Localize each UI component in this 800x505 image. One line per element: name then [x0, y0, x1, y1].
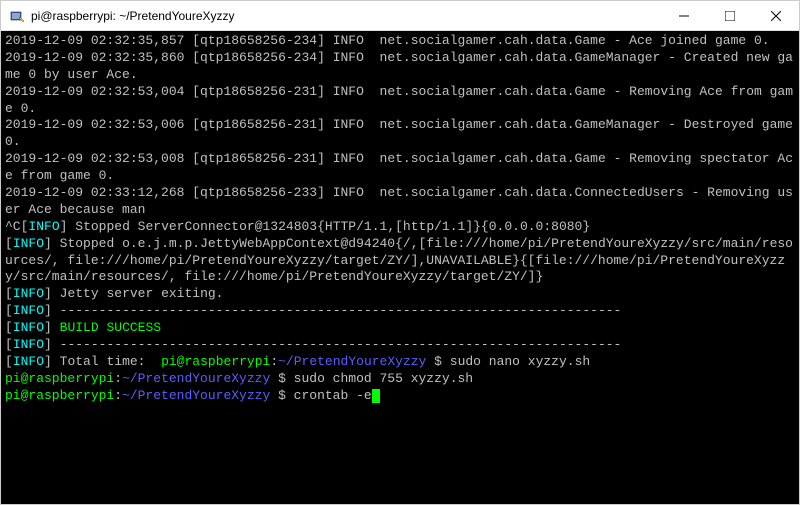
terminal-output[interactable]: 2019-12-09 02:32:35,857 [qtp18658256-234…: [1, 31, 799, 504]
command-input[interactable]: crontab -e: [294, 388, 372, 403]
log-line: 2019-12-09 02:32:35,860 [qtp18658256-234…: [5, 50, 793, 82]
command: sudo chmod 755 xyzzy.sh: [294, 371, 473, 386]
terminal-window: pi@raspberrypi: ~/PretendYoureXyzzy 2019…: [0, 0, 800, 505]
dashes: ----------------------------------------…: [60, 337, 622, 352]
log-line: 2019-12-09 02:33:12,268 [qtp18658256-233…: [5, 185, 793, 217]
info-tag: INFO: [13, 354, 44, 369]
total-time-label: Total time:: [60, 354, 146, 369]
putty-icon: [9, 8, 25, 24]
cursor: [372, 389, 380, 403]
info-tag: INFO: [13, 303, 44, 318]
info-line: Stopped ServerConnector@1324803{HTTP/1.1…: [75, 219, 590, 234]
prompt-user: pi@raspberrypi: [161, 354, 270, 369]
command: sudo nano xyzzy.sh: [450, 354, 590, 369]
prompt-path: ~/PretendYoureXyzzy: [122, 371, 270, 386]
log-line: 2019-12-09 02:32:53,006 [qtp18658256-231…: [5, 117, 799, 149]
close-button[interactable]: [753, 1, 799, 31]
log-line: 2019-12-09 02:32:35,857 [qtp18658256-234…: [5, 33, 770, 48]
info-tag: INFO: [13, 236, 44, 251]
build-success: BUILD SUCCESS: [60, 320, 161, 335]
window-title: pi@raspberrypi: ~/PretendYoureXyzzy: [31, 9, 661, 23]
interrupt: ^C: [5, 219, 21, 234]
info-tag: INFO: [13, 286, 44, 301]
window-controls: [661, 1, 799, 31]
log-line: 2019-12-09 02:32:53,008 [qtp18658256-231…: [5, 151, 793, 183]
maximize-button[interactable]: [707, 1, 753, 31]
prompt-path: ~/PretendYoureXyzzy: [122, 388, 270, 403]
info-tag: INFO: [13, 320, 44, 335]
info-tag: INFO: [28, 219, 59, 234]
minimize-button[interactable]: [661, 1, 707, 31]
info-line: Stopped o.e.j.m.p.JettyWebAppContext@d94…: [5, 236, 793, 285]
dashes: ----------------------------------------…: [60, 303, 622, 318]
prompt-user: pi@raspberrypi: [5, 371, 114, 386]
log-line: 2019-12-09 02:32:53,004 [qtp18658256-231…: [5, 84, 793, 116]
titlebar[interactable]: pi@raspberrypi: ~/PretendYoureXyzzy: [1, 1, 799, 31]
prompt-user: pi@raspberrypi: [5, 388, 114, 403]
prompt-path: ~/PretendYoureXyzzy: [278, 354, 426, 369]
info-tag: INFO: [13, 337, 44, 352]
info-line: Jetty server exiting.: [60, 286, 224, 301]
